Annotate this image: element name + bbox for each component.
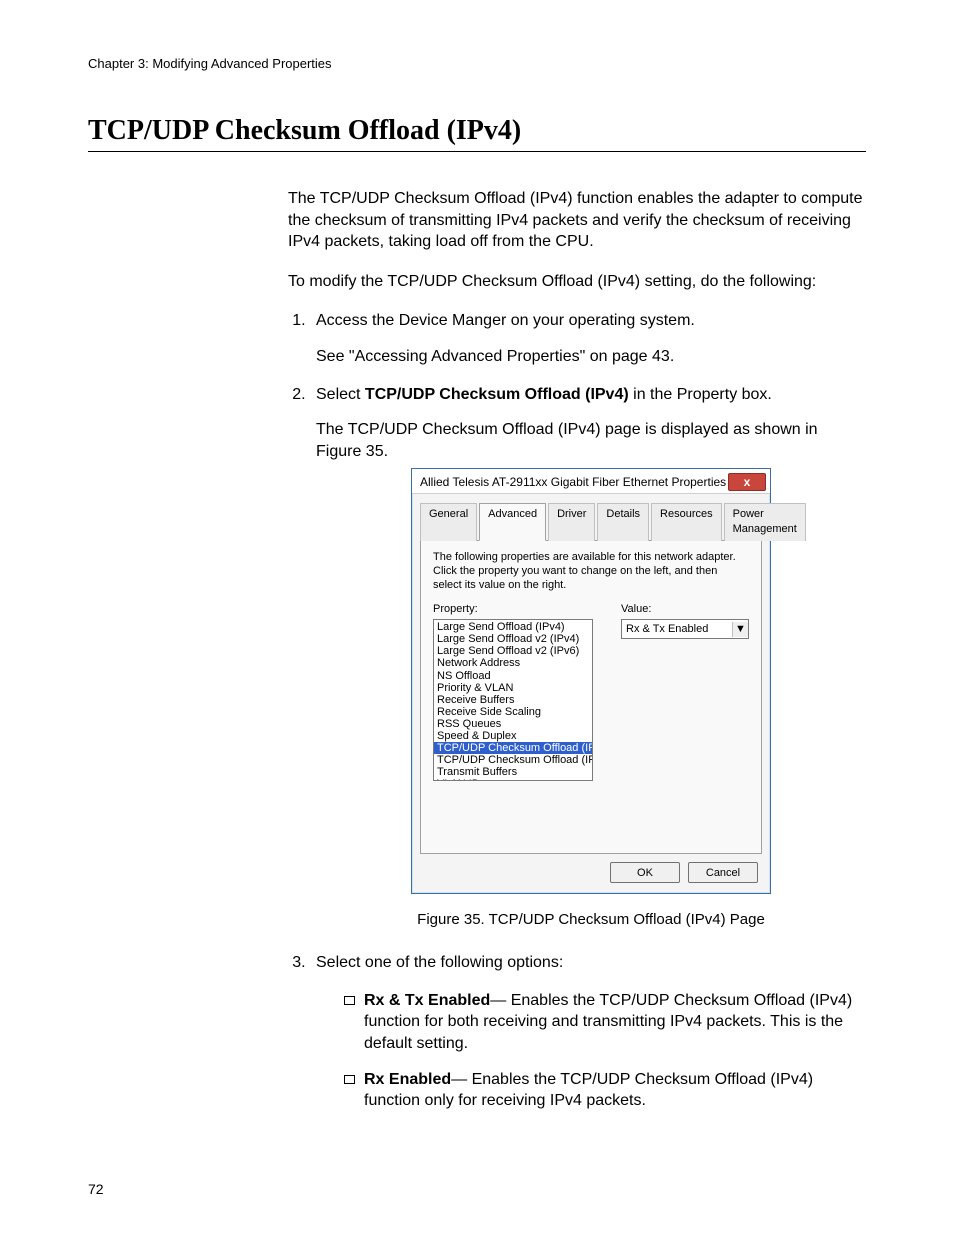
step-1: Access the Device Manger on your operati… <box>310 310 866 367</box>
ok-button[interactable]: OK <box>610 862 680 883</box>
dialog-instruction: The following properties are available f… <box>433 551 749 592</box>
close-icon[interactable]: x <box>728 473 766 491</box>
step-1-sub: See "Accessing Advanced Properties" on p… <box>316 346 866 368</box>
property-option[interactable]: NS Offload <box>434 670 593 682</box>
property-option[interactable]: Priority & VLAN <box>434 682 593 694</box>
step-2-suffix: in the Property box. <box>629 386 772 403</box>
lead-in-paragraph: To modify the TCP/UDP Checksum Offload (… <box>288 271 866 293</box>
tab-driver[interactable]: Driver <box>548 503 595 541</box>
value-selected: Rx & Tx Enabled <box>622 622 732 637</box>
property-option[interactable]: Large Send Offload v2 (IPv6) <box>434 645 593 657</box>
step-2-bold: TCP/UDP Checksum Offload (IPv4) <box>365 386 629 403</box>
properties-dialog: Allied Telesis AT-2911xx Gigabit Fiber E… <box>411 468 771 894</box>
property-option[interactable]: VLAN ID <box>434 778 593 781</box>
option-2-bold: Rx Enabled <box>364 1071 451 1088</box>
chapter-header: Chapter 3: Modifying Advanced Properties <box>88 56 866 71</box>
option-1-bold: Rx & Tx Enabled <box>364 992 490 1009</box>
value-dropdown[interactable]: Rx & Tx Enabled ▼ <box>621 619 749 639</box>
step-2-sub: The TCP/UDP Checksum Offload (IPv4) page… <box>316 419 866 462</box>
option-rx-tx-enabled: Rx & Tx Enabled— Enables the TCP/UDP Che… <box>344 990 866 1055</box>
property-option[interactable]: Receive Buffers <box>434 694 593 706</box>
property-option[interactable]: Network Address <box>434 657 593 669</box>
property-option[interactable]: TCP/UDP Checksum Offload (IPv6) <box>434 754 593 766</box>
property-listbox[interactable]: Large Send Offload (IPv4)Large Send Offl… <box>433 619 593 781</box>
step-2-prefix: Select <box>316 386 365 403</box>
step-1-text: Access the Device Manger on your operati… <box>316 312 695 329</box>
dialog-title: Allied Telesis AT-2911xx Gigabit Fiber E… <box>420 474 726 490</box>
step-3-text: Select one of the following options: <box>316 954 563 971</box>
property-option[interactable]: Large Send Offload v2 (IPv4) <box>434 633 593 645</box>
tab-resources[interactable]: Resources <box>651 503 722 541</box>
tab-details[interactable]: Details <box>597 503 649 541</box>
value-label: Value: <box>621 602 749 617</box>
title-rule <box>88 151 866 152</box>
page-number: 72 <box>88 1181 104 1197</box>
option-rx-enabled: Rx Enabled— Enables the TCP/UDP Checksum… <box>344 1069 866 1112</box>
step-3: Select one of the following options: Rx … <box>310 952 866 1112</box>
property-option[interactable]: TCP/UDP Checksum Offload (IPv4) <box>434 742 593 754</box>
property-option[interactable]: Receive Side Scaling <box>434 706 593 718</box>
step-2: Select TCP/UDP Checksum Offload (IPv4) i… <box>310 384 866 931</box>
property-option[interactable]: Large Send Offload (IPv4) <box>434 621 593 633</box>
tab-advanced[interactable]: Advanced <box>479 503 546 541</box>
cancel-button[interactable]: Cancel <box>688 862 758 883</box>
property-option[interactable]: Speed & Duplex <box>434 730 593 742</box>
tab-general[interactable]: General <box>420 503 477 541</box>
figure-caption: Figure 35. TCP/UDP Checksum Offload (IPv… <box>316 910 866 930</box>
tab-strip: General Advanced Driver Details Resource… <box>420 502 762 541</box>
property-option[interactable]: RSS Queues <box>434 718 593 730</box>
property-label: Property: <box>433 602 601 617</box>
tab-power-management[interactable]: Power Management <box>724 503 806 541</box>
intro-paragraph: The TCP/UDP Checksum Offload (IPv4) func… <box>288 188 866 253</box>
property-option[interactable]: Transmit Buffers <box>434 766 593 778</box>
section-title: TCP/UDP Checksum Offload (IPv4) <box>88 115 866 147</box>
chevron-down-icon[interactable]: ▼ <box>732 622 748 637</box>
